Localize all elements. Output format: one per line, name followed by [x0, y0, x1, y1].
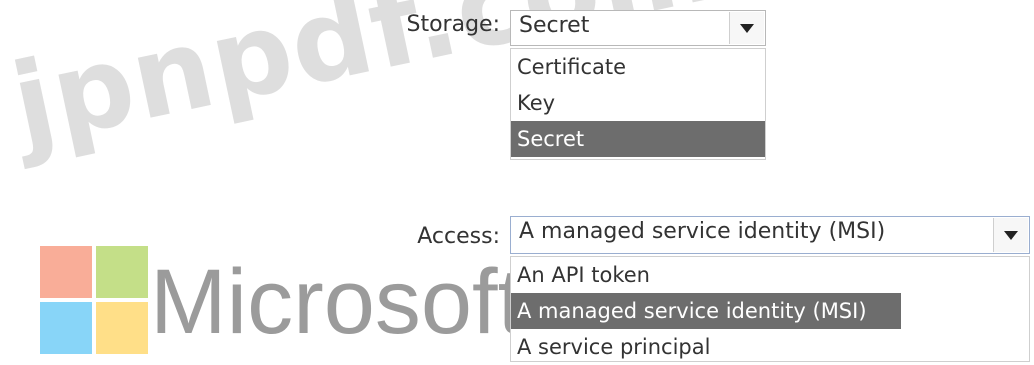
access-option-api-token[interactable]: An API token [511, 257, 901, 293]
storage-dropdown-list: Certificate Key Secret [510, 48, 766, 160]
access-label: Access: [417, 224, 500, 249]
storage-option-key[interactable]: Key [511, 85, 765, 121]
storage-option-secret[interactable]: Secret [511, 121, 765, 157]
access-selected-value: A managed service identity (MSI) [519, 219, 886, 244]
access-dropdown-button[interactable] [993, 218, 1028, 252]
logo-square-yellow [96, 302, 148, 354]
access-select[interactable]: A managed service identity (MSI) [510, 216, 1030, 254]
storage-dropdown-button[interactable] [729, 12, 764, 44]
logo-square-green [96, 246, 148, 298]
storage-label: Storage: [406, 12, 501, 37]
storage-selected-value: Secret [519, 13, 590, 38]
chevron-down-icon [1004, 230, 1018, 240]
microsoft-logo-icon [40, 246, 150, 356]
storage-option-certificate[interactable]: Certificate [511, 49, 765, 85]
access-option-service-principal[interactable]: A service principal [511, 329, 901, 365]
storage-select[interactable]: Secret [510, 10, 766, 46]
logo-square-blue [40, 302, 92, 354]
chevron-down-icon [740, 23, 754, 33]
access-dropdown-list: An API token A managed service identity … [510, 256, 1030, 362]
logo-square-red [40, 246, 92, 298]
access-option-msi[interactable]: A managed service identity (MSI) [511, 293, 901, 329]
watermark-brand-text: Microsoft [150, 251, 524, 353]
